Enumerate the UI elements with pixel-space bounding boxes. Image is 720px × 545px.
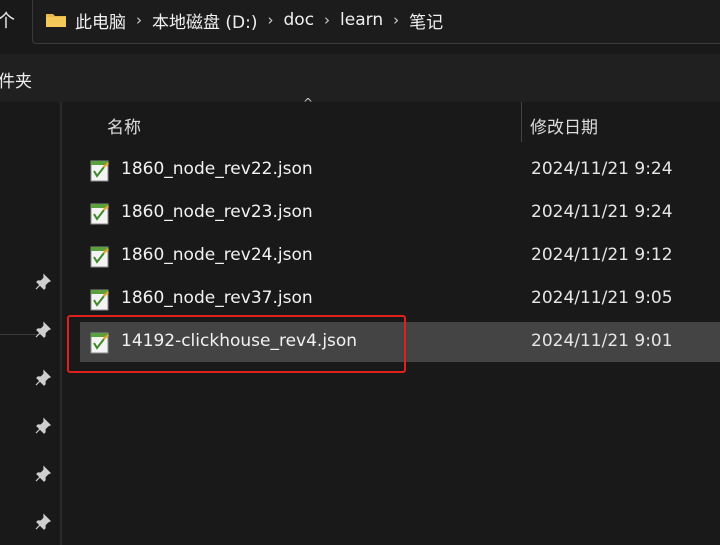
- file-date-modified: 2024/11/21 9:12: [531, 245, 673, 265]
- breadcrumb-item-learn[interactable]: learn: [340, 10, 383, 30]
- file-row[interactable]: 1860_node_rev37.json 2024/11/21 9:05: [80, 279, 720, 319]
- file-name: 1860_node_rev23.json: [121, 202, 313, 222]
- breadcrumb-item-doc[interactable]: doc: [284, 10, 315, 30]
- json-file-icon: [90, 246, 109, 268]
- address-bar[interactable]: 此电脑 › 本地磁盘 (D:) › doc › learn › 笔记: [32, 0, 720, 44]
- navigation-pane: [0, 102, 62, 545]
- file-name: 1860_node_rev24.json: [121, 245, 313, 265]
- breadcrumb-item-drive-d[interactable]: 本地磁盘 (D:): [152, 8, 258, 33]
- pin-icon[interactable]: [34, 465, 52, 483]
- pin-icon[interactable]: [34, 417, 52, 435]
- address-bar-row: 个 此电脑 › 本地磁盘 (D:) › doc › learn › 笔记: [0, 0, 720, 44]
- file-row[interactable]: 1860_node_rev22.json 2024/11/21 9:24: [80, 150, 720, 190]
- breadcrumb-separator[interactable]: ›: [324, 11, 330, 29]
- file-date-modified: 2024/11/21 9:05: [531, 288, 673, 308]
- new-folder-button[interactable]: 件夹: [0, 67, 32, 92]
- json-file-icon: [90, 289, 109, 311]
- column-divider[interactable]: [521, 102, 522, 142]
- pin-icon[interactable]: [34, 513, 52, 531]
- json-file-icon: [90, 203, 109, 225]
- file-name: 1860_node_rev22.json: [121, 159, 313, 179]
- breadcrumb-separator[interactable]: ›: [393, 11, 399, 29]
- json-file-icon: [90, 332, 109, 354]
- pin-icon[interactable]: [34, 321, 52, 339]
- toolbar: 件夹: [0, 54, 720, 102]
- folder-icon: [46, 14, 66, 27]
- sort-ascending-icon: ^: [303, 96, 314, 110]
- file-date-modified: 2024/11/21 9:24: [531, 202, 673, 222]
- file-date-modified: 2024/11/21 9:01: [531, 331, 673, 351]
- breadcrumb-separator[interactable]: ›: [268, 11, 274, 29]
- pin-icon[interactable]: [34, 369, 52, 387]
- file-name: 14192-clickhouse_rev4.json: [121, 331, 358, 351]
- file-name: 1860_node_rev37.json: [121, 288, 313, 308]
- json-file-icon: [90, 160, 109, 182]
- file-row[interactable]: 1860_node_rev24.json 2024/11/21 9:12: [80, 236, 720, 276]
- breadcrumb-item-notes[interactable]: 笔记: [409, 8, 443, 33]
- breadcrumb-item-this-pc[interactable]: 此电脑: [75, 8, 126, 33]
- file-row-selected[interactable]: 14192-clickhouse_rev4.json 2024/11/21 9:…: [80, 322, 720, 362]
- nav-up-fragment[interactable]: 个: [0, 7, 15, 33]
- column-header-name[interactable]: 名称: [107, 113, 141, 138]
- file-list: ^ 名称 修改日期 1860_node_rev22.json 2024/11/2…: [62, 96, 720, 545]
- pin-icon[interactable]: [34, 273, 52, 291]
- breadcrumb: 此电脑 › 本地磁盘 (D:) › doc › learn › 笔记: [45, 0, 443, 41]
- breadcrumb-separator[interactable]: ›: [136, 11, 142, 29]
- file-row[interactable]: 1860_node_rev23.json 2024/11/21 9:24: [80, 193, 720, 233]
- column-header-date-modified[interactable]: 修改日期: [530, 113, 598, 138]
- file-date-modified: 2024/11/21 9:24: [531, 159, 673, 179]
